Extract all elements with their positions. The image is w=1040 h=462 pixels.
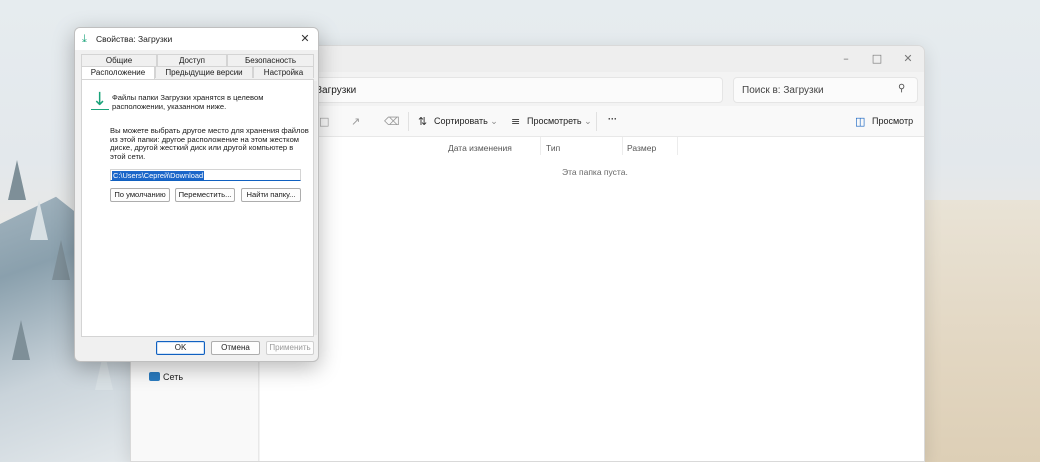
view-label: Просмотреть xyxy=(527,116,582,126)
file-list-area: Дата изменения Тип Размер Эта папка пуст… xyxy=(260,137,924,461)
column-header-size[interactable]: Размер xyxy=(627,143,656,153)
wallpaper-tree xyxy=(8,160,26,200)
preview-button[interactable]: Просмотр xyxy=(872,116,913,126)
tab-customize[interactable]: Настройка xyxy=(253,66,314,78)
address-text: Загрузки xyxy=(316,85,357,96)
wallpaper-dunes xyxy=(924,200,1040,462)
restore-default-button[interactable]: По умолчанию xyxy=(110,188,170,202)
close-icon[interactable]: ✕ xyxy=(893,50,923,68)
tab-general[interactable]: Общие xyxy=(81,54,157,66)
tab-previous-versions[interactable]: Предыдущие версии xyxy=(155,66,253,78)
column-header-date[interactable]: Дата изменения xyxy=(448,143,512,153)
nav-item-label: Сеть xyxy=(163,372,184,382)
share-icon[interactable]: ↗ xyxy=(351,115,360,128)
folder-path-value: C:\Users\Сергей\Download xyxy=(112,171,205,180)
view-icon: ≡ xyxy=(511,115,521,128)
download-icon: ⤓ xyxy=(82,32,87,45)
location-panel: ↓ Файлы папки Загрузки хранятся в целево… xyxy=(81,79,314,337)
sort-button[interactable]: Сортировать ⌄ xyxy=(434,116,498,127)
wallpaper-tree xyxy=(52,240,70,280)
wallpaper-tree xyxy=(12,320,30,360)
dialog-title: Свойства: Загрузки xyxy=(96,34,173,44)
search-input[interactable]: Поиск в: Загрузки ⚲ xyxy=(733,77,918,103)
download-arrow-icon: ↓ xyxy=(92,89,108,110)
find-folder-button[interactable]: Найти папку... xyxy=(241,188,301,202)
tab-location[interactable]: Расположение xyxy=(81,66,155,80)
column-separator xyxy=(677,137,678,155)
tab-strip: Общие Доступ Безопасность Расположение П… xyxy=(81,54,314,80)
tab-sharing[interactable]: Доступ xyxy=(157,54,227,66)
search-placeholder: Поиск в: Загрузки xyxy=(742,85,824,96)
properties-dialog: ⤓ Свойства: Загрузки ✕ Общие Доступ Безо… xyxy=(74,27,319,362)
preview-pane-icon: ◫ xyxy=(855,115,866,128)
chevron-down-icon: ⌄ xyxy=(490,116,498,126)
sort-icon: ⇅ xyxy=(418,115,428,128)
move-button[interactable]: Переместить... xyxy=(175,188,235,202)
column-separator xyxy=(540,137,541,155)
delete-icon[interactable]: ⌫ xyxy=(384,115,400,128)
folder-path-input[interactable]: C:\Users\Сергей\Download xyxy=(110,169,301,181)
tab-security[interactable]: Безопасность xyxy=(227,54,314,66)
rename-icon[interactable]: □ xyxy=(319,115,329,128)
wallpaper-tree xyxy=(30,200,48,240)
nav-item-network[interactable]: Сеть xyxy=(149,372,183,382)
download-arrow-base xyxy=(91,109,109,110)
empty-folder-message: Эта папка пуста. xyxy=(562,167,628,177)
maximize-icon[interactable]: □ xyxy=(862,50,892,68)
minimize-icon[interactable]: – xyxy=(831,50,861,68)
sort-label: Сортировать xyxy=(434,116,488,126)
chevron-down-icon: ⌄ xyxy=(584,116,592,126)
ok-button[interactable]: OK xyxy=(156,341,205,355)
location-info-text: Файлы папки Загрузки хранятся в целевом … xyxy=(112,93,264,111)
toolbar-separator xyxy=(408,112,409,131)
dialog-footer: OK Отмена Применить xyxy=(75,336,318,361)
location-description: Вы можете выбрать другое место для хране… xyxy=(110,126,309,161)
cancel-button[interactable]: Отмена xyxy=(211,341,260,355)
close-icon[interactable]: ✕ xyxy=(297,31,313,47)
view-button[interactable]: Просмотреть ⌄ xyxy=(527,116,592,127)
apply-button[interactable]: Применить xyxy=(266,341,314,355)
column-separator xyxy=(622,137,623,155)
dialog-scrollbar xyxy=(314,81,317,335)
search-icon: ⚲ xyxy=(898,83,906,94)
dialog-titlebar: ⤓ Свойства: Загрузки ✕ xyxy=(75,28,318,50)
toolbar-separator xyxy=(596,112,597,131)
column-header-type[interactable]: Тип xyxy=(546,143,560,153)
network-icon xyxy=(149,372,160,381)
more-options-button[interactable]: ··· xyxy=(608,114,617,124)
